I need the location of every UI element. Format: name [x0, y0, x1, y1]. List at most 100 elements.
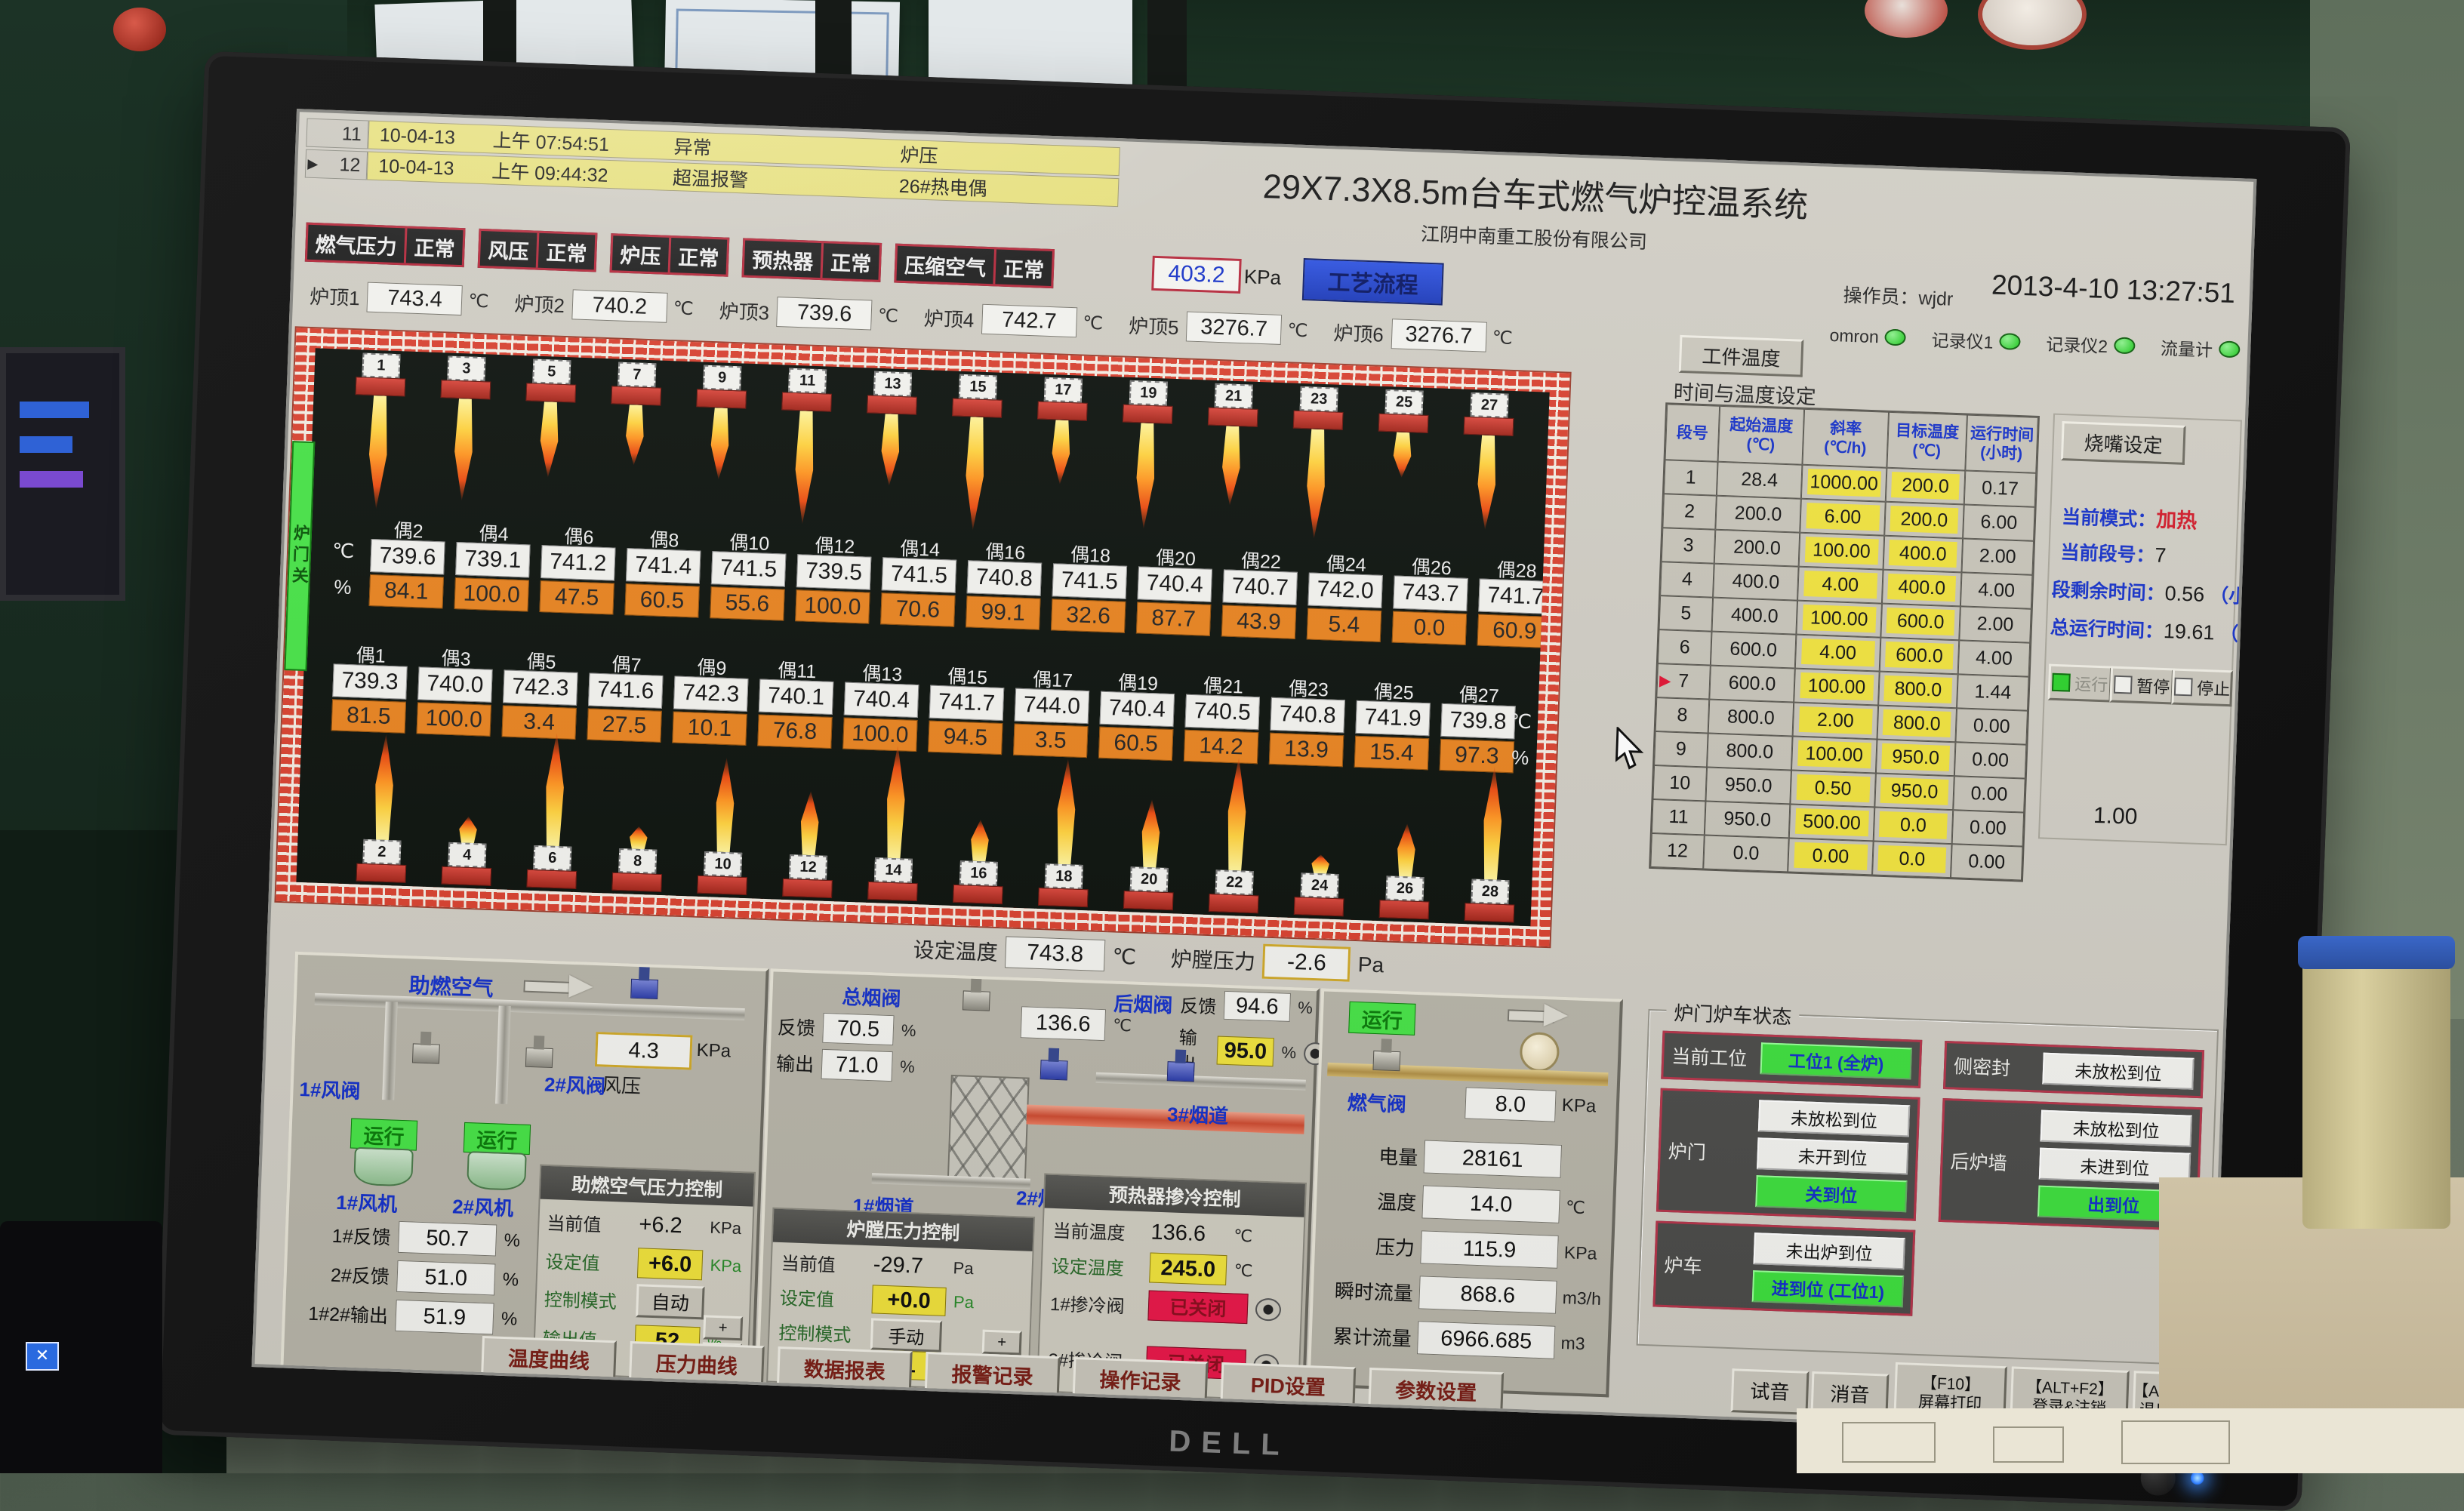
- nav-button[interactable]: 操作记录: [1073, 1357, 1209, 1401]
- burner-top: 19: [1104, 380, 1188, 531]
- alarm-time: 上午 09:44:32: [491, 156, 673, 190]
- burner-body-icon: [525, 383, 576, 402]
- target-temp-field[interactable]: 0.0: [1872, 841, 1952, 878]
- fan-valve1-icon[interactable]: [408, 1031, 443, 1063]
- eye-icon[interactable]: [1255, 1298, 1281, 1322]
- slope-field[interactable]: 100.00: [1796, 601, 1882, 638]
- target-temp-field[interactable]: 400.0: [1883, 536, 1964, 573]
- thermocouple-upper: 偶2739.684.1: [367, 515, 448, 609]
- increase-button[interactable]: +: [703, 1315, 743, 1340]
- slope-field[interactable]: 4.00: [1795, 635, 1881, 672]
- header-line1: 斜率: [1830, 419, 1862, 439]
- target-temp-field[interactable]: 600.0: [1880, 604, 1960, 641]
- schedule-header-cell: 目标温度 (℃): [1886, 412, 1967, 471]
- status-label: 燃气压力: [307, 225, 405, 263]
- nav-button[interactable]: 压力曲线: [629, 1341, 765, 1385]
- stop-toggle[interactable]: 停止: [2171, 668, 2233, 706]
- pause-toggle[interactable]: 暂停: [2109, 666, 2174, 705]
- nav-button[interactable]: 数据报表: [777, 1346, 913, 1390]
- burner-bottom: 28: [1450, 765, 1534, 924]
- heat-exchanger-icon: [947, 1075, 1030, 1186]
- nav-button[interactable]: 报警记录: [925, 1352, 1061, 1396]
- set-value-field[interactable]: +6.0: [637, 1248, 703, 1280]
- status-state: 正常: [670, 238, 728, 275]
- target-temp-field[interactable]: 200.0: [1884, 502, 1964, 539]
- out-label: 输出: [776, 1049, 815, 1078]
- nav-button[interactable]: 温度曲线: [481, 1336, 617, 1380]
- slope-field[interactable]: 500.00: [1789, 804, 1875, 841]
- tc-temp-value: 740.5: [1184, 694, 1260, 730]
- rear-flue-valve-icon[interactable]: [1163, 1049, 1198, 1081]
- slope-field[interactable]: 2.00: [1793, 703, 1879, 740]
- unit: %: [1281, 1043, 1296, 1063]
- burner-top: 27: [1446, 392, 1529, 531]
- burner-setting-button[interactable]: 烧嘴设定: [2061, 421, 2186, 465]
- increase-button[interactable]: +: [982, 1330, 1022, 1356]
- burner-number: 6: [533, 845, 571, 871]
- slope-field[interactable]: 0.00: [1788, 838, 1874, 875]
- tc-label: 偶3: [441, 643, 471, 668]
- operator-line: 操作员：wjdr: [1843, 281, 1954, 312]
- burner-flame-icon: [1224, 757, 1249, 871]
- alarm-time: 上午 07:54:51: [492, 125, 674, 159]
- burner-number: 3: [447, 355, 485, 381]
- tc-output-value: 84.1: [369, 574, 444, 608]
- device-bar: [20, 402, 89, 418]
- burner-number: 28: [1471, 879, 1509, 904]
- fan1-run-badge: 运行: [350, 1119, 417, 1151]
- target-temp-field[interactable]: 200.0: [1886, 468, 1966, 505]
- status-state: 正常: [538, 233, 596, 270]
- mode-button[interactable]: 自动: [636, 1284, 705, 1319]
- process-flow-button[interactable]: 工艺流程: [1302, 258, 1444, 306]
- start-temp: 400.0: [1713, 564, 1799, 601]
- target-temp-field[interactable]: 800.0: [1877, 706, 1957, 743]
- roof-temp-value: 3276.7: [1186, 311, 1282, 344]
- fb-label: 反馈: [777, 1013, 815, 1042]
- mode-button[interactable]: 手动: [870, 1318, 942, 1352]
- operator-name: wjdr: [1918, 288, 1954, 310]
- target-temp-field[interactable]: 950.0: [1874, 774, 1954, 811]
- monitor: 11 10-04-13 上午 07:54:51 异常 炉压 12 10-04-1…: [156, 51, 2351, 1511]
- start-temp: 0.0: [1703, 835, 1789, 872]
- gas-row-value: 14.0: [1421, 1185, 1560, 1223]
- burner-top: 3: [423, 355, 507, 503]
- slope-field[interactable]: 100.00: [1794, 669, 1880, 706]
- main-flue-valve-icon[interactable]: [958, 978, 993, 1010]
- fan-valve2-icon[interactable]: [521, 1036, 556, 1067]
- status-state: 正常: [822, 243, 879, 280]
- slope-field[interactable]: 100.00: [1791, 737, 1877, 774]
- thermocouple-lower: 偶9742.310.1: [670, 651, 751, 746]
- gas-valve-icon[interactable]: [1368, 1039, 1403, 1070]
- burner-flame-icon: [1474, 435, 1498, 530]
- target-temp-field[interactable]: 600.0: [1880, 638, 1960, 675]
- stop-label: 停止: [2197, 675, 2231, 701]
- burner-bottom: 4: [427, 815, 507, 887]
- tc-label: 偶21: [1203, 671, 1244, 697]
- set-value-field[interactable]: +0.0: [871, 1285, 946, 1316]
- slope-field[interactable]: 6.00: [1800, 499, 1886, 536]
- slope-field[interactable]: 0.50: [1790, 770, 1876, 807]
- device-indicator: omron: [1829, 322, 1906, 351]
- workpiece-temp-button[interactable]: 工件温度: [1679, 335, 1804, 377]
- target-temp-field[interactable]: 0.0: [1874, 807, 1954, 844]
- slope-field[interactable]: 1000.00: [1801, 465, 1887, 502]
- tc-temp-value: 739.3: [332, 663, 408, 699]
- nav-button[interactable]: PID设置: [1221, 1362, 1357, 1406]
- slope-field[interactable]: 100.00: [1799, 533, 1885, 570]
- slope-field[interactable]: 4.00: [1797, 567, 1883, 604]
- gas-meter-row: 电量 28161: [1318, 1136, 1606, 1180]
- nav-button[interactable]: 参数设置: [1368, 1368, 1504, 1411]
- alarm-number: 12: [305, 149, 368, 180]
- percent-unit: %: [500, 1309, 517, 1331]
- target-temp-field[interactable]: 950.0: [1876, 740, 1956, 777]
- target-temp-field[interactable]: 400.0: [1882, 570, 1962, 607]
- target-temp-field[interactable]: 800.0: [1878, 672, 1958, 709]
- set-temp-field[interactable]: 245.0: [1149, 1253, 1227, 1286]
- burner-top: 7: [594, 362, 676, 467]
- burner-bottom: 20: [1109, 798, 1191, 911]
- status-box: 未开到位: [1757, 1137, 1908, 1174]
- rear-out-field[interactable]: 95.0: [1217, 1036, 1275, 1067]
- unit: KPa: [710, 1217, 741, 1238]
- tc-temp-value: 740.1: [759, 679, 834, 715]
- run-toggle[interactable]: 运行: [2048, 664, 2113, 703]
